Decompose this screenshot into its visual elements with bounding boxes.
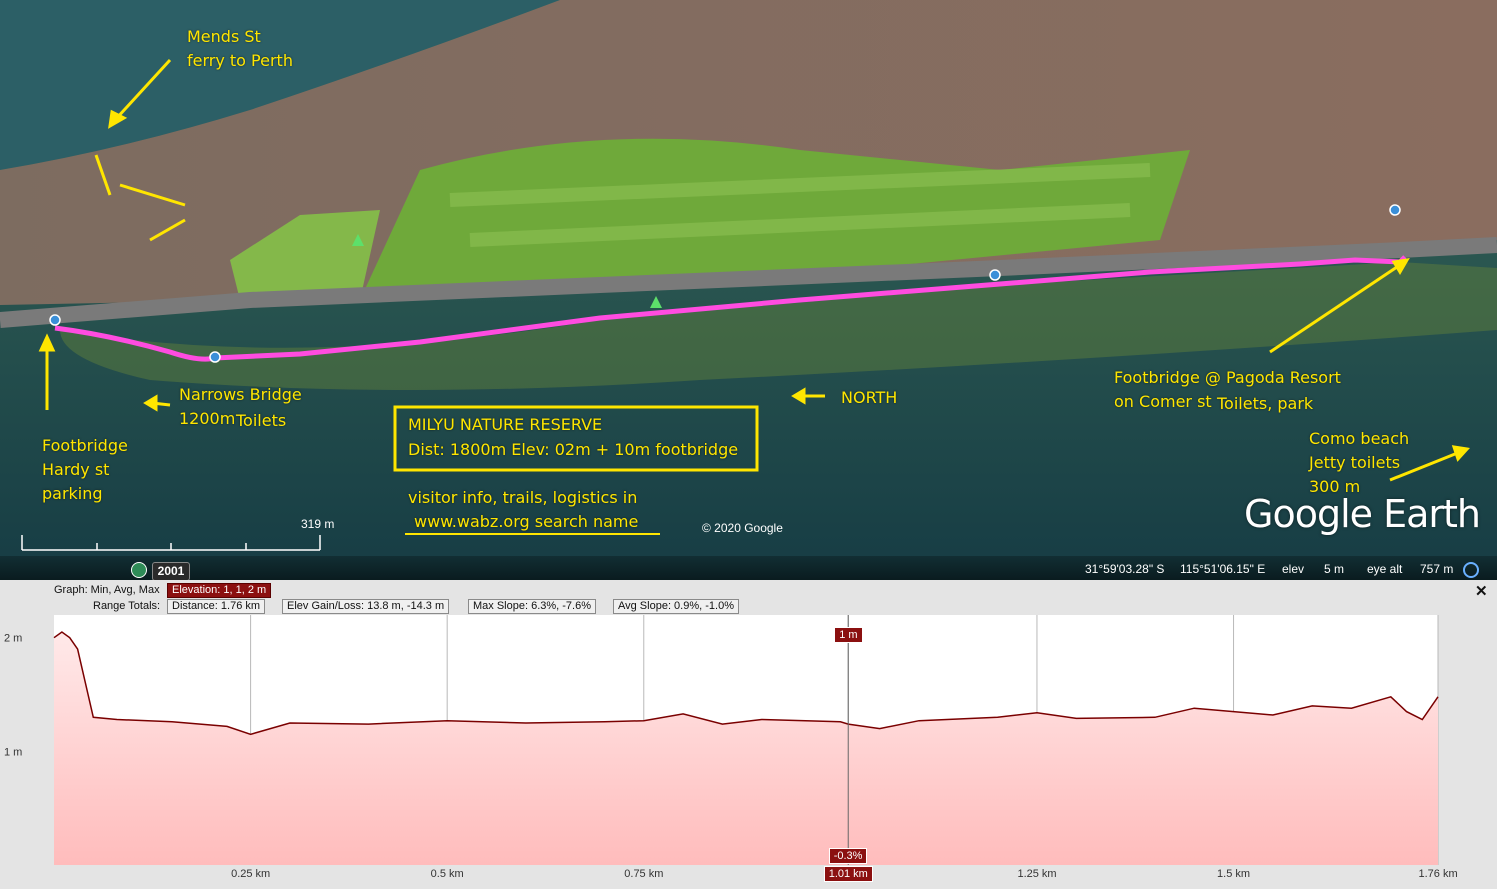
copyright: © 2020 Google	[702, 521, 783, 535]
label-como-beach: Como beach	[1309, 429, 1410, 448]
historical-year[interactable]: 2001	[152, 562, 190, 580]
map-view[interactable]: Mends St ferry to Perth Narrows Bridge 1…	[0, 0, 1497, 580]
clock-icon[interactable]	[131, 562, 147, 578]
info-title: MILYU NATURE RESERVE	[408, 415, 603, 434]
cursor-slope: -0.3%	[828, 848, 868, 864]
cursor-elevation: 1 m	[834, 627, 863, 643]
eye-alt-label: eye alt	[1367, 562, 1403, 576]
scale-label: 319 m	[301, 517, 335, 531]
longitude: 115°51'06.15" E	[1180, 562, 1266, 576]
x-tick-label: 0.75 km	[624, 868, 664, 880]
label-north: NORTH	[841, 388, 898, 407]
cursor-distance: 1.01 km	[823, 866, 873, 882]
y-tick-label: 1 m	[4, 746, 22, 758]
x-tick-label: 1.5 km	[1217, 868, 1251, 880]
elev-value: 5 m	[1324, 562, 1345, 576]
label-narrows-bridge: Narrows Bridge	[179, 385, 302, 404]
label-pagoda-toilets: Toilets, park	[1217, 394, 1314, 413]
label-pagoda-footbridge: Footbridge @ Pagoda Resort	[1114, 368, 1341, 387]
label-narrows-toilets: Toilets	[236, 411, 287, 430]
y-tick-label: 2 m	[4, 633, 22, 645]
google-earth-logo: Google Earth	[1244, 492, 1481, 536]
y-ticks: 1 m 2 m	[4, 633, 22, 759]
label-narrows-distance: 1200m	[179, 409, 236, 428]
label-ferry: ferry to Perth	[187, 51, 293, 70]
elevation-chart[interactable]: 1 m 2 m	[0, 580, 1497, 889]
visitor-info: visitor info, trails, logistics in	[408, 488, 638, 507]
label-jetty-toilets: Jetty toilets	[1309, 453, 1401, 472]
label-parking: parking	[42, 484, 103, 503]
label-mends-st: Mends St	[187, 27, 261, 46]
label-comer-st: on Comer st	[1114, 392, 1212, 411]
elevation-profile-panel: Graph: Min, Avg, Max Elevation: 1, 1, 2 …	[0, 580, 1497, 889]
latitude: 31°59'03.28" S	[1085, 562, 1165, 576]
visitor-link[interactable]: www.wabz.org search name	[414, 510, 638, 534]
info-detail: Dist: 1800m Elev: 02m + 10m footbridge	[408, 440, 739, 459]
label-footbridge-hardy: Footbridge	[42, 436, 128, 455]
elev-label: elev	[1282, 562, 1305, 576]
x-tick-label: 1.76 km	[1418, 868, 1458, 880]
status-bar: 2001 31°59'03.28" S 115°51'06.15" E elev…	[0, 556, 1497, 580]
label-hardy-st: Hardy st	[42, 460, 110, 479]
x-tick-label: 0.25 km	[231, 868, 271, 880]
x-tick-label: 1.25 km	[1017, 868, 1057, 880]
eye-alt-icon[interactable]	[1463, 562, 1479, 578]
eye-alt-value: 757 m	[1420, 562, 1454, 576]
x-tick-label: 0.5 km	[430, 868, 464, 880]
